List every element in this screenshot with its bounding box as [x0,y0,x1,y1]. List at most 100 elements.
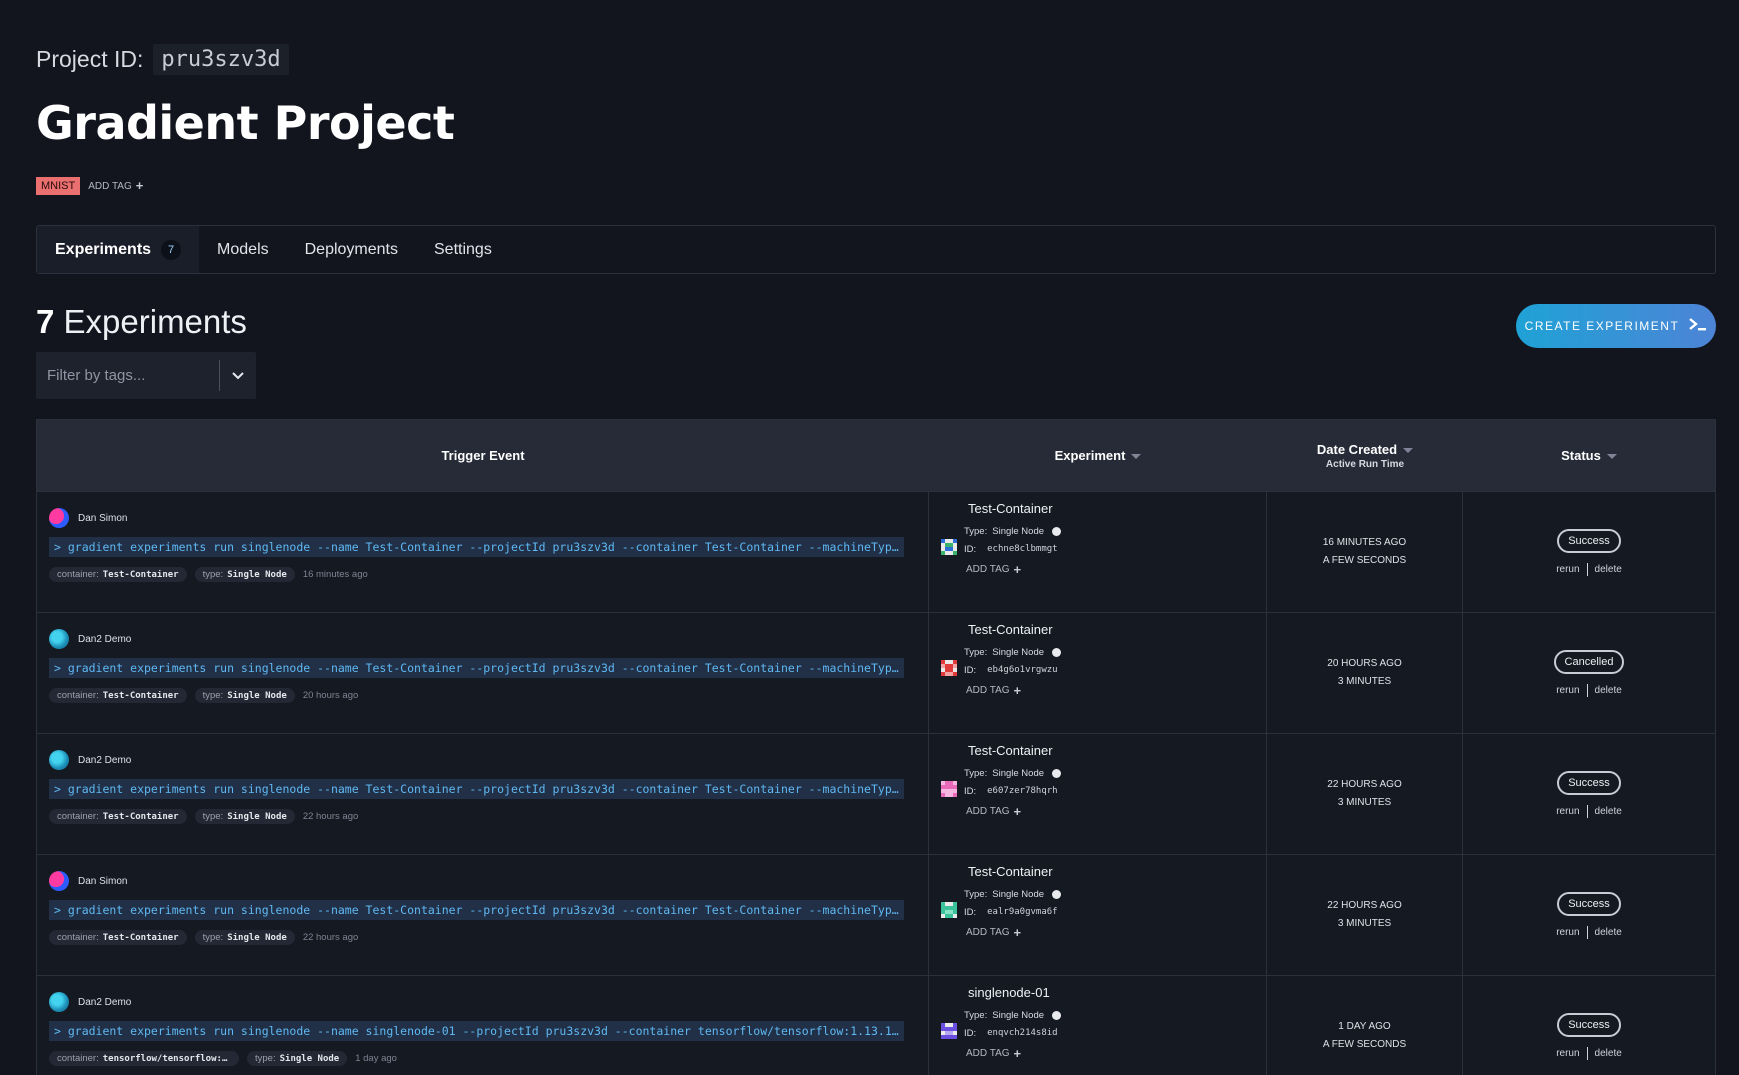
table-row: Dan Simon > gradient experiments run sin… [37,854,1715,975]
cli-command[interactable]: > gradient experiments run singlenode --… [49,779,904,799]
table-row: Dan2 Demo > gradient experiments run sin… [37,975,1715,1075]
experiment-type: Type: Single Node [964,885,1062,903]
table-row: Dan2 Demo > gradient experiments run sin… [37,733,1715,854]
tab-experiments[interactable]: Experiments 7 [37,226,200,273]
header-date-created[interactable]: Date Created Active Run Time [1267,442,1463,470]
add-tag-label: ADD TAG [966,1048,1010,1059]
trigger-event-cell: Dan2 Demo > gradient experiments run sin… [37,976,929,1075]
add-tag-button[interactable]: ADD TAG + [966,1047,1061,1060]
type-chip-value: Single Node [227,811,287,822]
action-divider [1586,562,1588,576]
add-tag-button[interactable]: ADD TAG + [88,179,143,192]
rerun-button[interactable]: rerun [1556,685,1579,696]
experiment-id-label: ID: [964,543,977,555]
tab-deployments[interactable]: Deployments [287,226,416,273]
avatar [49,992,69,1012]
rerun-button[interactable]: rerun [1556,564,1579,575]
status-cell: Success rerun delete [1463,976,1715,1075]
identicon-cell [953,1035,957,1039]
create-experiment-button[interactable]: CREATE EXPERIMENT [1516,304,1716,348]
user-name: Dan Simon [78,875,128,887]
delete-button[interactable]: delete [1595,564,1622,575]
avatar [49,508,69,528]
row-actions: rerun delete [1556,683,1622,697]
type-chip: type: Single Node [194,688,295,703]
date-cell: 22 HOURS AGO 3 MINUTES [1267,734,1463,854]
experiment-name[interactable]: Test-Container [968,501,1266,516]
delete-button[interactable]: delete [1595,685,1622,696]
experiment-name[interactable]: Test-Container [968,864,1266,879]
type-chip-value: Single Node [227,690,287,701]
experiment-name[interactable]: Test-Container [968,743,1266,758]
cli-command[interactable]: > gradient experiments run singlenode --… [49,658,904,678]
type-chip-label: type: [202,811,224,822]
experiment-meta: Type: Single Node ID: eb4g6o1vrgwzu ADD TA… [941,643,1266,697]
trigger-time-ago: 22 hours ago [302,811,359,822]
identicon-icon [941,1023,957,1039]
experiment-id-value: ealr9a0gvma6f [987,907,1058,917]
status-dot-icon [1052,889,1062,899]
experiments-count-badge: 7 [161,239,182,260]
experiment-type-value: Single Node [992,888,1045,900]
experiment-id-label: ID: [964,1027,977,1039]
tab-models[interactable]: Models [199,226,287,273]
experiment-id-label: ID: [964,906,977,918]
add-tag-button[interactable]: ADD TAG + [966,926,1061,939]
experiment-type-value: Single Node [992,525,1045,537]
identicon-icon [941,902,957,918]
delete-button[interactable]: delete [1595,806,1622,817]
chevron-down-icon[interactable] [220,371,256,380]
header-status[interactable]: Status [1463,448,1715,463]
cli-command[interactable]: > gradient experiments run singlenode --… [49,537,904,557]
user-name: Dan Simon [78,512,128,524]
tab-settings[interactable]: Settings [416,226,510,273]
table-body: Dan Simon > gradient experiments run sin… [37,491,1715,1075]
trigger-time-ago: 1 day ago [355,1053,397,1064]
status-dot-icon [1052,768,1062,778]
date-cell: 1 DAY AGO A FEW SECONDS [1267,976,1463,1075]
user-name: Dan2 Demo [78,996,132,1008]
tag-filter-select[interactable]: Filter by tags... [36,352,256,399]
experiment-type-value: Single Node [992,1009,1045,1021]
rerun-button[interactable]: rerun [1556,927,1579,938]
rerun-button[interactable]: rerun [1556,1048,1579,1059]
plus-icon: + [1013,803,1022,819]
tag-mnist[interactable]: MNIST [36,177,81,195]
status-cell: Success rerun delete [1463,855,1715,975]
user-name: Dan2 Demo [78,754,132,766]
experiment-type-value: Single Node [992,767,1045,779]
header-experiment[interactable]: Experiment [929,448,1267,463]
identicon-cell [953,672,957,676]
tab-settings-label: Settings [434,240,492,258]
trigger-chips: container: Test-Container type: Single Nod… [49,809,904,824]
add-tag-button[interactable]: ADD TAG + [966,803,1061,819]
experiment-id-value: enqvch214s8id [987,1028,1058,1038]
container-chip-label: container: [57,932,99,943]
container-chip-value: Test-Container [102,569,179,580]
experiment-name[interactable]: Test-Container [968,622,1266,637]
action-divider [1586,683,1588,697]
delete-button[interactable]: delete [1595,1048,1622,1059]
status-cell: Success rerun delete [1463,492,1715,612]
add-tag-button[interactable]: ADD TAG + [966,684,1061,697]
trigger-user: Dan Simon [49,871,904,891]
add-tag-button[interactable]: ADD TAG + [966,563,1061,576]
cli-command[interactable]: > gradient experiments run singlenode --… [49,1021,904,1041]
status-dot-icon [1052,526,1062,536]
trigger-chips: container: Test-Container type: Single Nod… [49,930,904,945]
trigger-user: Dan2 Demo [49,750,904,770]
experiment-id: ID: eb4g6o1vrgwzu [964,661,1061,679]
container-chip-value: Test-Container [102,932,179,943]
identicon-cell [953,551,957,555]
rerun-button[interactable]: rerun [1556,806,1579,817]
delete-button[interactable]: delete [1595,927,1622,938]
status-badge: Success [1557,1012,1621,1037]
identicon-cell [953,793,957,797]
date-created: 20 HOURS AGO [1327,658,1402,669]
cli-command[interactable]: > gradient experiments run singlenode --… [49,900,904,920]
experiment-name[interactable]: singlenode-01 [968,985,1266,1000]
row-actions: rerun delete [1556,1046,1622,1060]
container-chip: container: Test-Container [49,567,187,582]
experiments-heading: 7 Experiments [36,303,247,341]
experiment-meta: Type: Single Node ID: echne8clbmmgt ADD TA… [941,522,1266,576]
